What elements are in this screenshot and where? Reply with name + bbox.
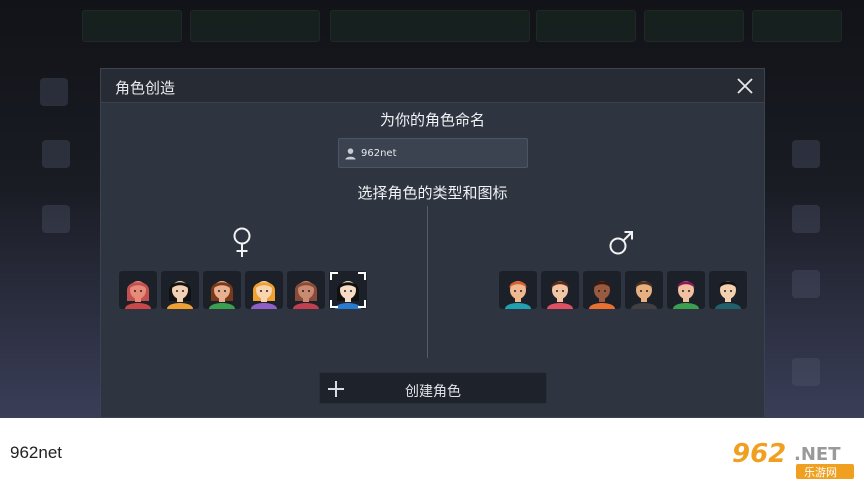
svg-text:乐游网: 乐游网 <box>804 466 837 479</box>
female-avatar-portrait-icon <box>293 281 319 309</box>
male-avatar-1[interactable] <box>499 271 537 309</box>
female-avatar-portrait-icon <box>167 281 193 309</box>
female-avatar-6[interactable] <box>329 271 367 309</box>
male-avatar-portrait-icon <box>631 281 657 309</box>
character-name-input[interactable] <box>361 139 521 167</box>
male-avatar-portrait-icon <box>505 281 531 309</box>
selection-corner <box>358 300 366 308</box>
top-bar-slot <box>536 10 636 42</box>
male-avatar-6[interactable] <box>709 271 747 309</box>
people-ghost-icon <box>42 140 70 168</box>
svg-text:.NET: .NET <box>794 444 841 465</box>
male-avatar-portrait-icon <box>589 281 615 309</box>
female-avatar-2[interactable] <box>161 271 199 309</box>
create-character-button[interactable]: 创建角色 <box>319 372 547 404</box>
male-avatar-5[interactable] <box>667 271 705 309</box>
dialog-title: 角色创造 <box>115 79 176 97</box>
female-avatar-4[interactable] <box>245 271 283 309</box>
male-avatar-portrait-icon <box>673 281 699 309</box>
male-avatar-portrait-icon <box>715 281 741 309</box>
selection-corner <box>330 300 338 308</box>
type-prompt: 选择角色的类型和图标 <box>357 184 508 202</box>
top-bar-slot <box>330 10 530 42</box>
character-name-field[interactable] <box>338 138 528 168</box>
male-avatar-row <box>499 271 747 309</box>
hexagon-ghost-icon <box>792 205 820 233</box>
female-avatar-portrait-icon <box>209 281 235 309</box>
female-avatar-5[interactable] <box>287 271 325 309</box>
female-avatar-3[interactable] <box>203 271 241 309</box>
arrows-ghost-icon <box>792 358 820 386</box>
user-icon <box>345 148 356 160</box>
gear-ghost-icon <box>792 140 820 168</box>
dialog-header: 角色创造 <box>101 69 764 103</box>
gender-divider <box>427 206 428 358</box>
selection-corner <box>358 272 366 280</box>
top-bar-slot <box>752 10 842 42</box>
top-bar-slot <box>644 10 744 42</box>
svg-text:962: 962 <box>732 439 786 469</box>
close-icon <box>737 78 753 94</box>
male-avatar-3[interactable] <box>583 271 621 309</box>
top-bar-slot <box>190 10 320 42</box>
caption-text: 962net <box>10 443 62 462</box>
male-avatar-4[interactable] <box>625 271 663 309</box>
female-avatar-1[interactable] <box>119 271 157 309</box>
site-watermark-logo: 962 .NET 乐游网 <box>732 439 854 479</box>
male-avatar-2[interactable] <box>541 271 579 309</box>
create-character-label: 创建角色 <box>405 384 461 400</box>
female-avatar-row <box>119 271 367 309</box>
close-button[interactable] <box>734 75 756 97</box>
building-ghost-icon <box>42 205 70 233</box>
female-avatar-portrait-icon <box>251 281 277 309</box>
top-bar-slot <box>82 10 182 42</box>
male-symbol-icon <box>609 231 633 255</box>
menu-ghost-icon <box>40 78 68 106</box>
character-creation-dialog: 角色创造 为你的角色命名 选择角色的类型和图标 创建角色 <box>100 68 765 418</box>
selection-corner <box>330 272 338 280</box>
female-avatar-portrait-icon <box>125 281 151 309</box>
list-ghost-icon <box>792 270 820 298</box>
name-prompt: 为你的角色命名 <box>379 111 485 129</box>
female-symbol-icon <box>233 227 251 257</box>
male-avatar-portrait-icon <box>547 281 573 309</box>
